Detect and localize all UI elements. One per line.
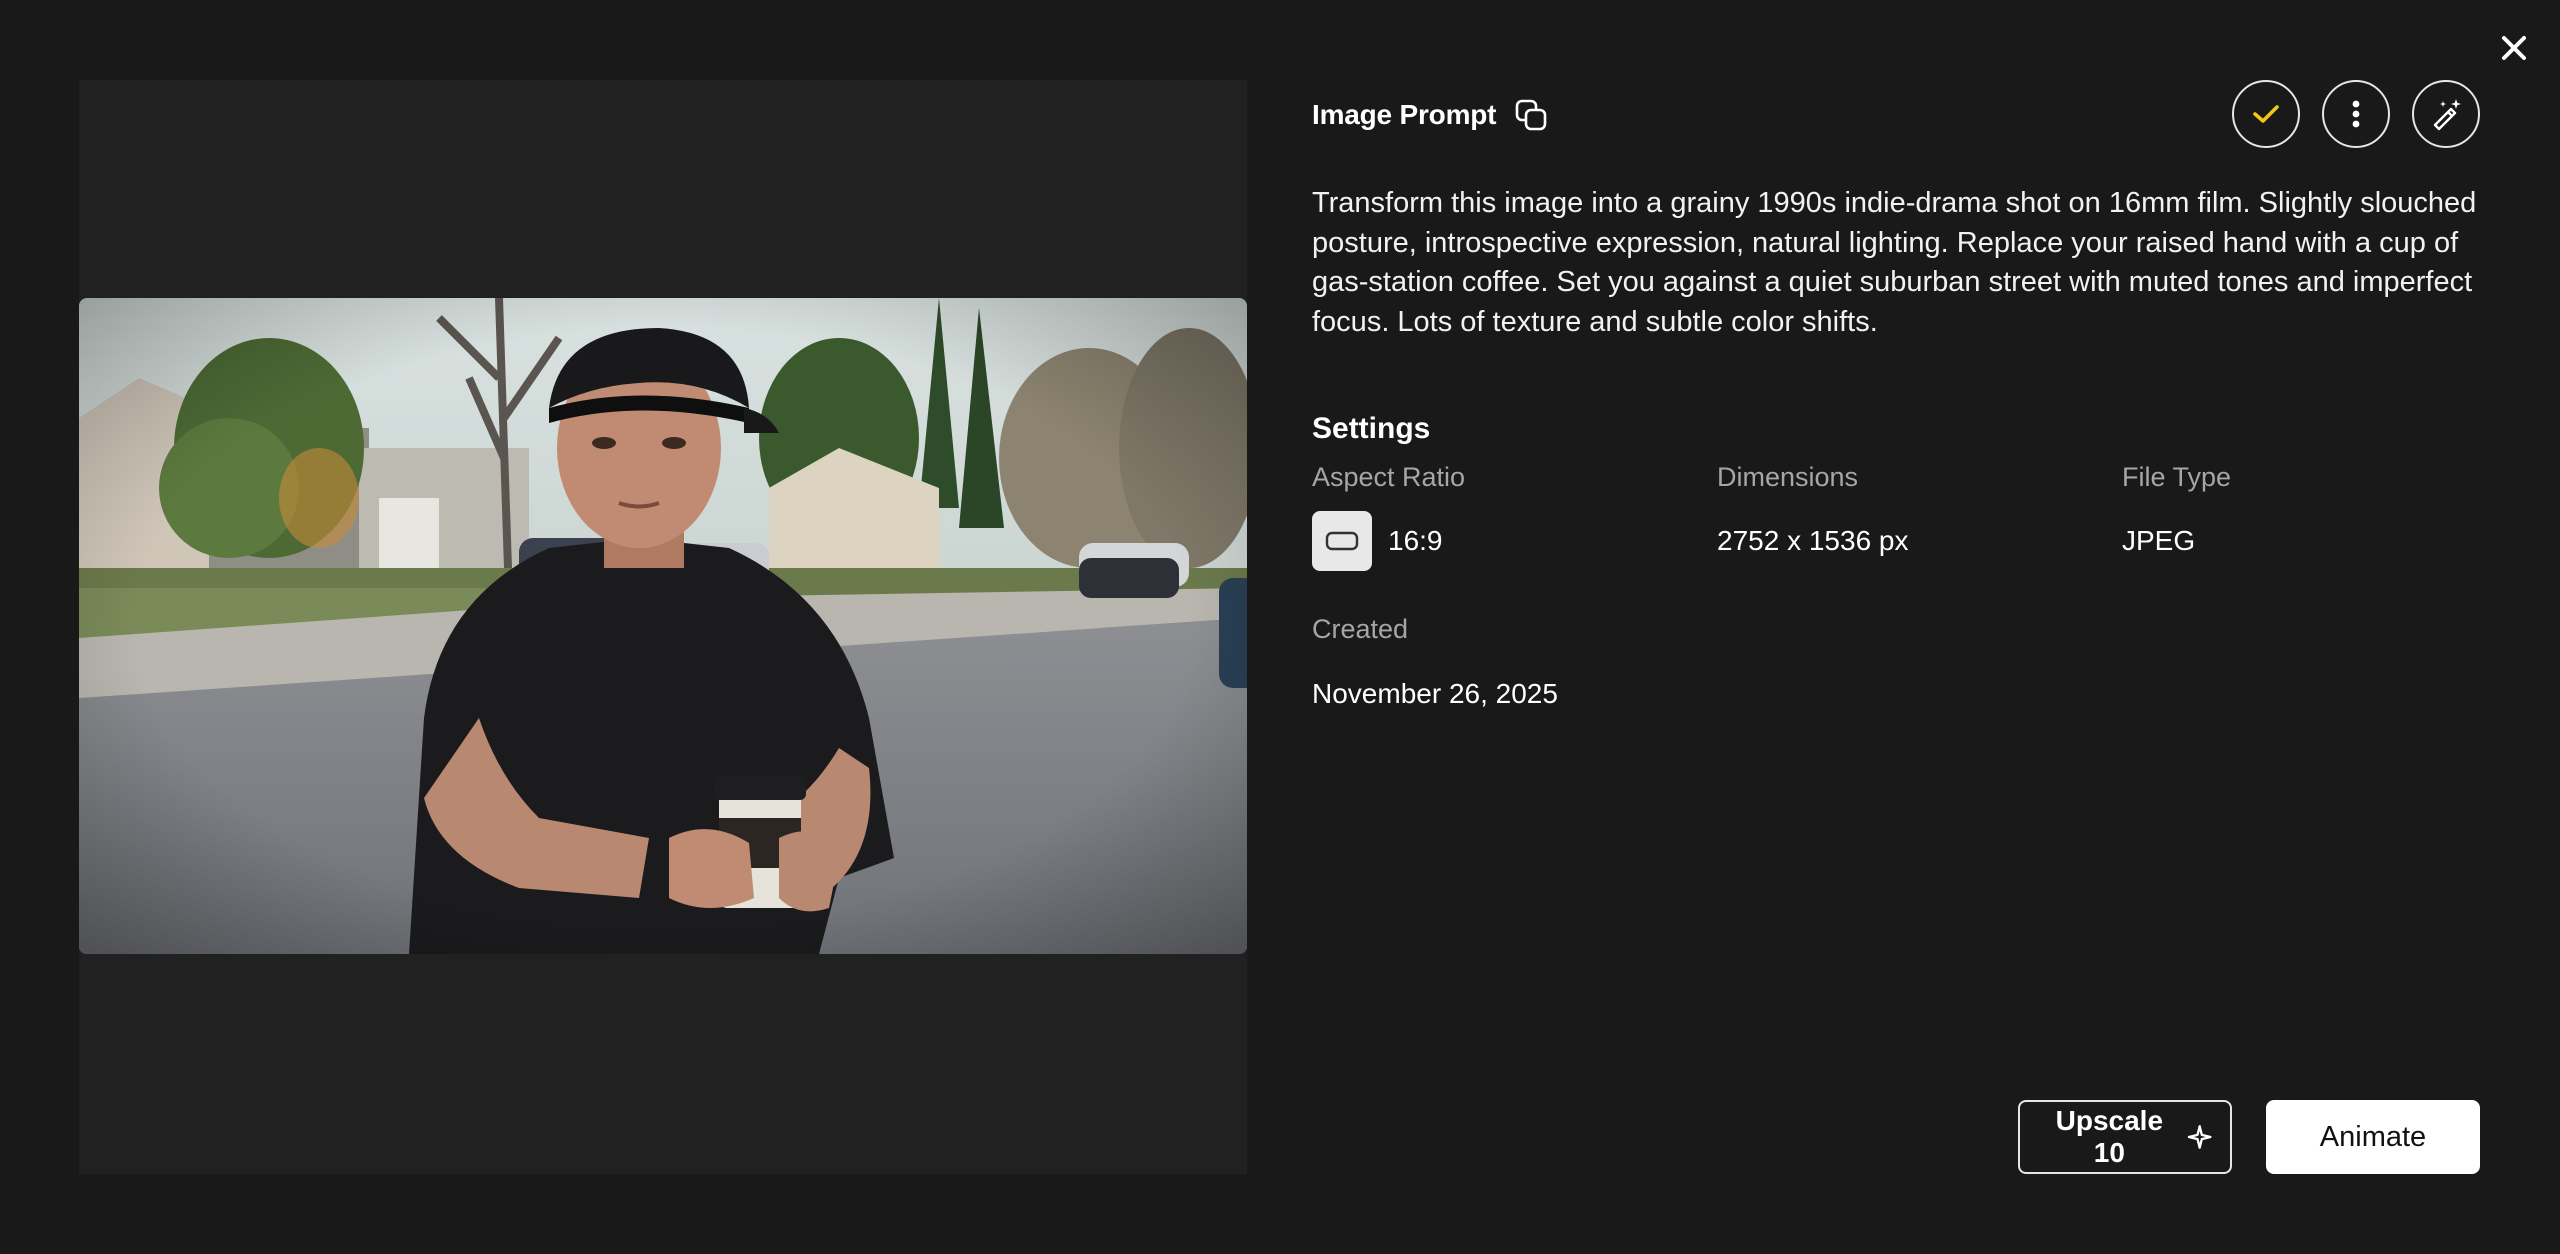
settings-title: Settings (1312, 412, 1431, 445)
magic-wand-icon (2433, 99, 2461, 131)
more-options-button[interactable] (2322, 80, 2390, 148)
image-details-panel: Image Prompt Transform this image into a… (1312, 80, 2480, 1174)
prompt-text: Transform this image into a grainy 1990s… (1312, 187, 2477, 338)
prompt-header: Image Prompt (1312, 98, 1548, 132)
image-detail-modal: Image Prompt Transform this image into a… (0, 0, 2560, 1254)
sparkle-icon (2187, 1125, 2212, 1149)
prompt-title: Image Prompt (1312, 99, 1497, 130)
close-button[interactable] (2496, 30, 2532, 66)
more-vertical-icon (2352, 100, 2360, 128)
copy-prompt-button[interactable] (1514, 98, 1548, 132)
bottom-action-buttons: Upscale 10 Animate (2018, 1100, 2480, 1174)
created-label: Created (1312, 614, 1409, 644)
check-icon (2253, 105, 2279, 123)
upscale-button[interactable]: Upscale 10 (2018, 1100, 2232, 1174)
image-action-group (2232, 80, 2480, 148)
file-type-label: File Type (2122, 462, 2232, 492)
aspect-ratio-label: Aspect Ratio (1312, 462, 1466, 492)
image-preview-panel (79, 80, 1247, 1174)
copy-icon (1516, 99, 1547, 131)
file-type-value: JPEG (2122, 525, 2196, 556)
close-icon (2502, 36, 2526, 60)
animate-button[interactable]: Animate (2266, 1100, 2480, 1174)
edit-magic-button[interactable] (2412, 80, 2480, 148)
dimensions-label: Dimensions (1717, 462, 1859, 492)
aspect-ratio-value: 16:9 (1388, 525, 1443, 556)
aspect-ratio-chip (1312, 511, 1372, 571)
created-value: November 26, 2025 (1312, 678, 1558, 709)
aspect-ratio-icon (1325, 531, 1359, 551)
dimensions-value: 2752 x 1536 px (1717, 525, 1909, 556)
generated-image[interactable] (79, 298, 1247, 954)
favorite-check-button[interactable] (2232, 80, 2300, 148)
upscale-label: Upscale 10 (2055, 1105, 2164, 1168)
